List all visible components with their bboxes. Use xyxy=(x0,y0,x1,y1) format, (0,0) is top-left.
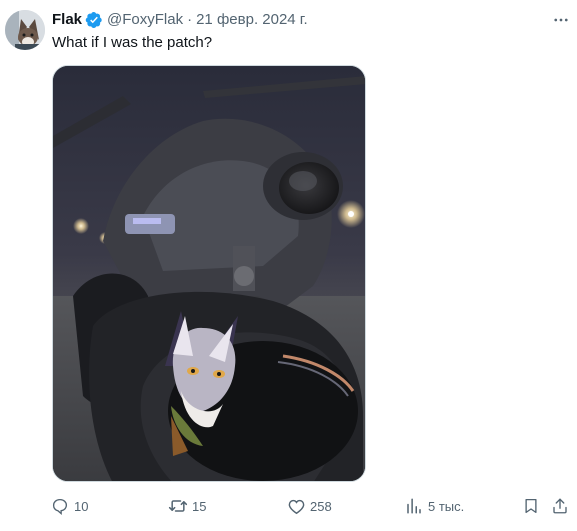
author-name[interactable]: Flak xyxy=(52,10,82,30)
header-separator: · xyxy=(187,11,193,28)
reply-count: 10 xyxy=(74,498,89,514)
tweet-header: Flak @FoxyFlak · 21 февр. 2024 г. xyxy=(52,10,308,30)
share-icon xyxy=(550,496,570,516)
share-button[interactable] xyxy=(550,494,570,518)
views-button[interactable]: 5 тыс. xyxy=(404,494,464,518)
retweet-button[interactable]: 15 xyxy=(168,494,206,518)
verified-badge-icon[interactable] xyxy=(85,11,103,29)
more-options-button[interactable] xyxy=(550,10,572,30)
bookmark-button[interactable] xyxy=(521,494,541,518)
tweet-date[interactable]: 21 февр. 2024 г. xyxy=(196,10,308,30)
retweet-icon xyxy=(168,496,188,516)
tweet-actions: 10 15 258 5 тыс. xyxy=(0,494,577,518)
views-count: 5 тыс. xyxy=(428,498,465,514)
more-dots-icon xyxy=(554,18,568,22)
helicopter-fox-patch-photo xyxy=(53,66,365,481)
like-count: 258 xyxy=(310,498,332,514)
author-avatar[interactable] xyxy=(5,10,45,50)
tweet-text: What if I was the patch? xyxy=(52,34,213,51)
heart-icon xyxy=(286,496,306,516)
reply-button[interactable]: 10 xyxy=(50,494,88,518)
views-icon xyxy=(404,496,424,516)
author-handle[interactable]: @FoxyFlak xyxy=(107,10,183,30)
reply-icon xyxy=(50,496,70,516)
tweet-photo[interactable] xyxy=(52,65,366,482)
retweet-count: 15 xyxy=(192,498,207,514)
like-button[interactable]: 258 xyxy=(286,494,332,518)
bookmark-icon xyxy=(521,496,541,516)
fox-avatar-icon xyxy=(5,10,45,50)
